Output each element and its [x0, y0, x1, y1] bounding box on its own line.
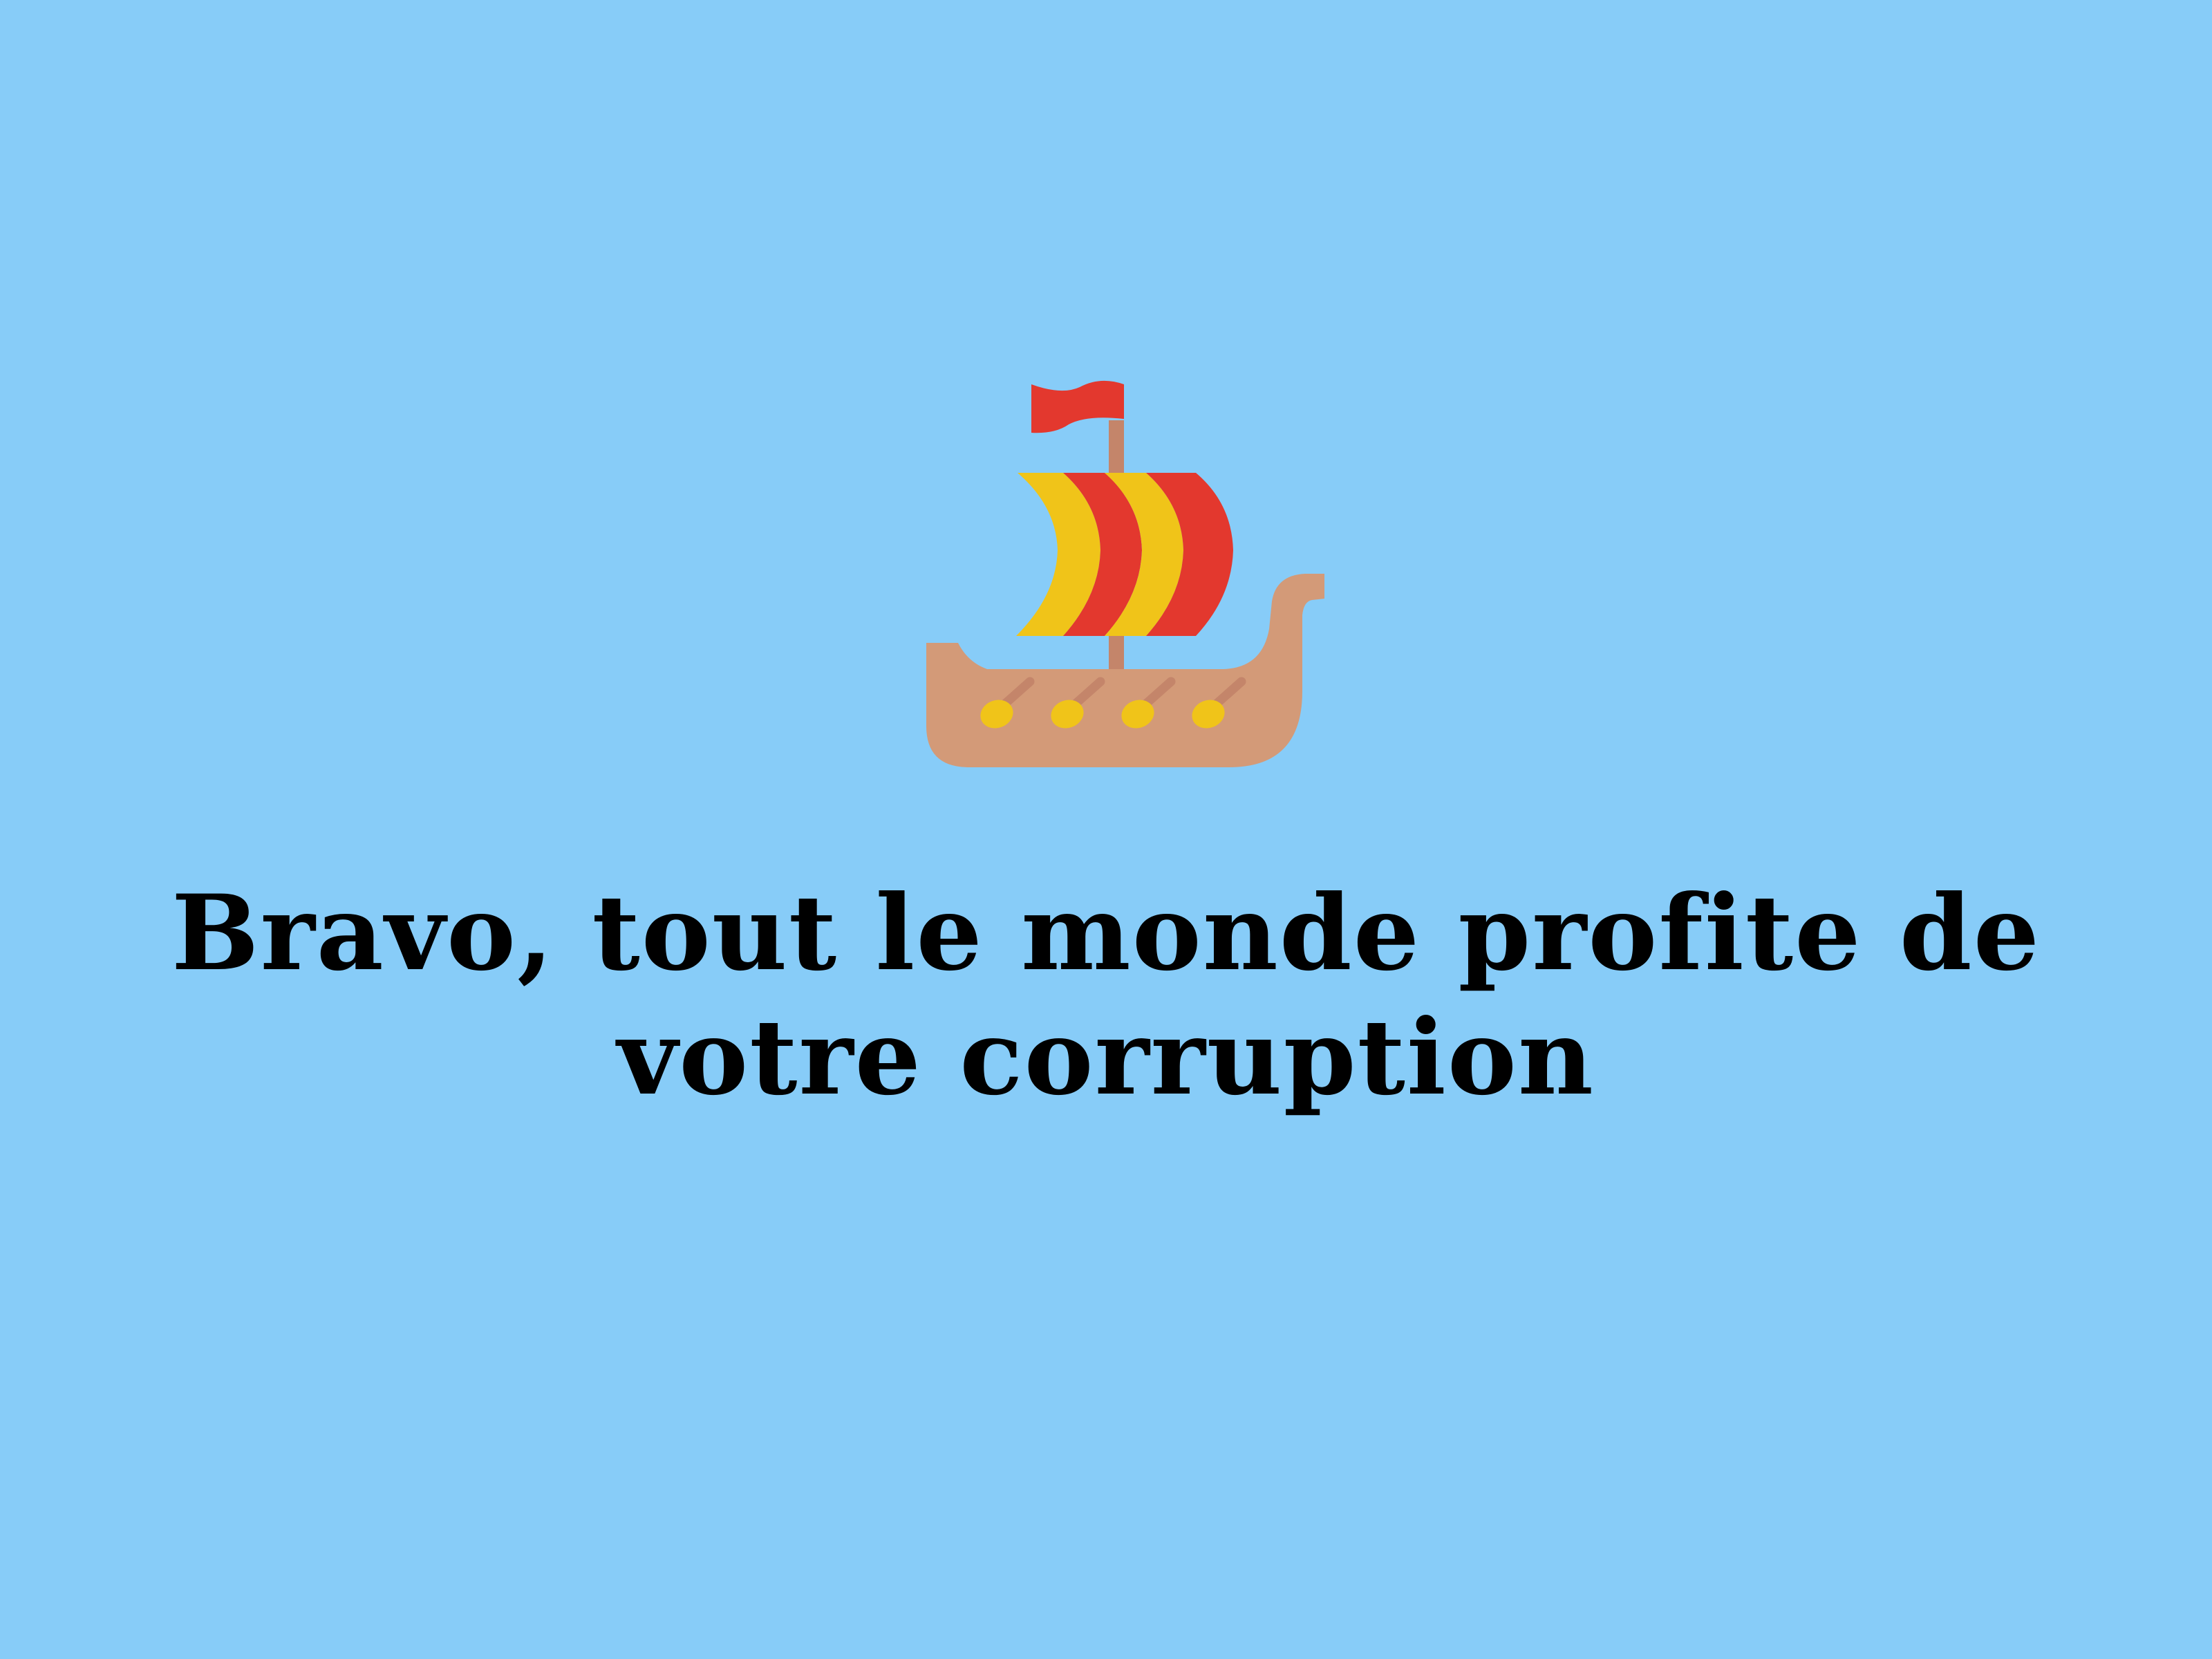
viking-ship-icon: [926, 380, 1324, 767]
ending-screen: Bravo, tout le monde profite de votre co…: [0, 0, 2212, 1659]
ending-message: Bravo, tout le monde profite de votre co…: [171, 872, 2041, 1118]
